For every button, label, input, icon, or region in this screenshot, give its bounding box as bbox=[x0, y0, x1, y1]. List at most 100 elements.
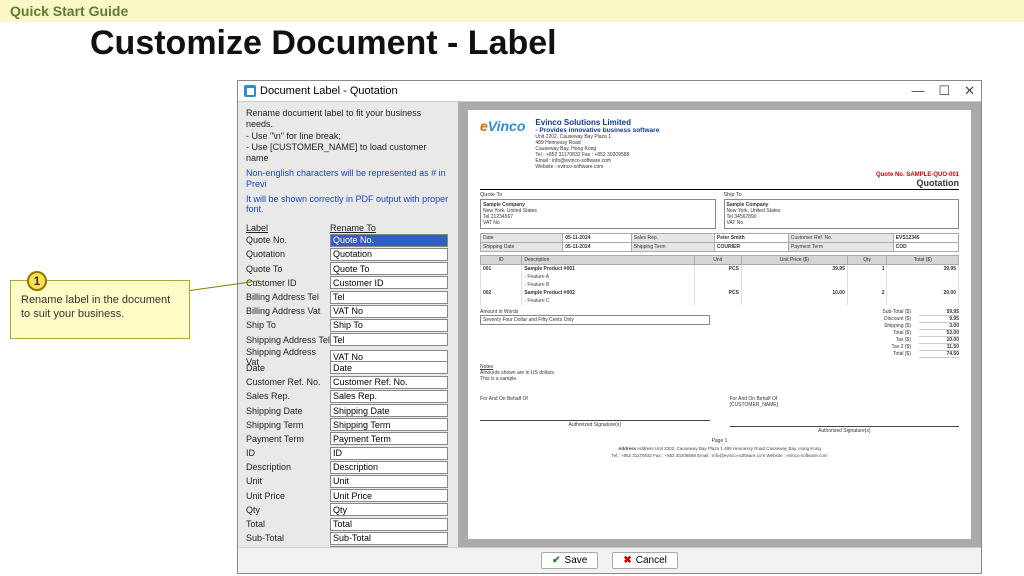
item-row: - Feature C bbox=[481, 297, 959, 305]
label-name: Description bbox=[246, 462, 330, 472]
label-row: Unit bbox=[246, 474, 450, 488]
page-title: Customize Document - Label bbox=[90, 24, 1024, 63]
cancel-button[interactable]: ✖Cancel bbox=[612, 552, 678, 569]
totals-row: Tax ($)10.00 bbox=[851, 337, 959, 344]
totals-row: Discount ($)9.95 bbox=[851, 316, 959, 323]
rename-input[interactable] bbox=[330, 291, 448, 304]
totals-block: Sub-Total ($)59.95Discount ($)9.95Shippi… bbox=[851, 309, 959, 358]
label-row: Qty bbox=[246, 503, 450, 517]
label-name: Billing Address Tel bbox=[246, 292, 330, 302]
footer-address: Address Address Unit 2202, Causeway Bay … bbox=[480, 446, 959, 451]
document-preview: eVinco Evinco Solutions Limited - Provid… bbox=[468, 110, 971, 539]
annotation-callout: 1 Rename label in the document to suit y… bbox=[10, 280, 190, 339]
label-row: Shipping Address Vat bbox=[246, 347, 450, 361]
label-name: Sub-Total bbox=[246, 533, 330, 543]
rename-input[interactable] bbox=[330, 489, 448, 502]
label-row: Shipping Date bbox=[246, 403, 450, 417]
callout-number: 1 bbox=[27, 271, 47, 291]
rename-input[interactable] bbox=[330, 390, 448, 403]
rename-input[interactable] bbox=[330, 518, 448, 531]
label-name: Shipping Address Tel bbox=[246, 335, 330, 345]
label-name: Unit Price bbox=[246, 491, 330, 501]
item-row: - Feature B bbox=[481, 281, 959, 289]
label-row: Customer ID bbox=[246, 276, 450, 290]
label-row: Description bbox=[246, 460, 450, 474]
rename-input[interactable] bbox=[330, 503, 448, 516]
save-button[interactable]: ✔Save bbox=[541, 552, 598, 569]
label-row: Shipping Term bbox=[246, 418, 450, 432]
amount-words: Seventy Four Dollar and Fifty Cents Only bbox=[480, 315, 710, 325]
label-row: Sub-Total bbox=[246, 531, 450, 545]
minimize-button[interactable]: — bbox=[911, 83, 924, 99]
item-row: - Feature A bbox=[481, 273, 959, 281]
col-header-label: Label bbox=[246, 223, 330, 233]
rename-input[interactable] bbox=[330, 234, 448, 247]
signature-line: Authorized Signature(s) bbox=[480, 420, 710, 428]
label-row: ID bbox=[246, 446, 450, 460]
rename-input[interactable] bbox=[330, 404, 448, 417]
label-name: Ship To bbox=[246, 320, 330, 330]
label-name: Billing Address Vat bbox=[246, 306, 330, 316]
label-name: Unit bbox=[246, 476, 330, 486]
totals-row: Shipping ($)3.00 bbox=[851, 323, 959, 330]
label-row: Unit Price bbox=[246, 489, 450, 503]
rename-input[interactable] bbox=[330, 532, 448, 545]
dialog-window: Document Label - Quotation — ☐ ✕ Rename … bbox=[237, 80, 982, 574]
rename-input[interactable] bbox=[330, 447, 448, 460]
label-name: Quotation bbox=[246, 249, 330, 259]
company-logo: eVinco bbox=[480, 118, 525, 170]
rename-input[interactable] bbox=[330, 333, 448, 346]
rename-input[interactable] bbox=[330, 376, 448, 389]
rename-input[interactable] bbox=[330, 361, 448, 374]
label-name: ID bbox=[246, 448, 330, 458]
label-name: Total bbox=[246, 519, 330, 529]
shipping-address: Sample Company New York, United States T… bbox=[724, 199, 960, 229]
company-tagline: - Provides innovative business software bbox=[535, 127, 659, 134]
rename-input[interactable] bbox=[330, 319, 448, 332]
meta-table: Date05-11-2024 Sales Rep.Peter Smith Cus… bbox=[480, 233, 959, 252]
guide-header: Quick Start Guide bbox=[0, 0, 1024, 22]
window-title: Document Label - Quotation bbox=[260, 85, 398, 97]
rename-input[interactable] bbox=[330, 418, 448, 431]
maximize-button[interactable]: ☐ bbox=[938, 83, 950, 99]
label-name: Customer Ref. No. bbox=[246, 377, 330, 387]
page-number: Page 1 bbox=[480, 438, 959, 444]
totals-row: Total ($)74.50 bbox=[851, 351, 959, 358]
rename-input[interactable] bbox=[330, 276, 448, 289]
billing-address: Sample Company New York, United States T… bbox=[480, 199, 716, 229]
company-name: Evinco Solutions Limited bbox=[535, 118, 659, 127]
label-name: Shipping Term bbox=[246, 420, 330, 430]
label-row: Date bbox=[246, 361, 450, 375]
items-table: ID Description Unit Unit Price ($) Qty T… bbox=[480, 255, 959, 305]
rename-input[interactable] bbox=[330, 248, 448, 261]
callout-text: Rename label in the document to suit you… bbox=[21, 294, 170, 320]
behalf-left: For And On Behalf Of bbox=[480, 396, 710, 402]
document-title: Quotation bbox=[480, 178, 959, 190]
label-name: Shipping Date bbox=[246, 406, 330, 416]
totals-row: Sub-Total ($)59.95 bbox=[851, 309, 959, 316]
titlebar: Document Label - Quotation — ☐ ✕ bbox=[238, 81, 981, 102]
label-row: Quotation bbox=[246, 247, 450, 261]
label-row: Billing Address Vat bbox=[246, 304, 450, 318]
label-name: Payment Term bbox=[246, 434, 330, 444]
label-row: Ship To bbox=[246, 318, 450, 332]
label-row: Total bbox=[246, 517, 450, 531]
label-name: Date bbox=[246, 363, 330, 373]
rename-input[interactable] bbox=[330, 432, 448, 445]
instr-line: Rename document label to fit your busine… bbox=[246, 108, 450, 130]
totals-row: Total ($)53.00 bbox=[851, 330, 959, 337]
preview-panel: eVinco Evinco Solutions Limited - Provid… bbox=[458, 102, 981, 547]
instr-line: - Use "\n" for line break; bbox=[246, 131, 450, 142]
rename-input[interactable] bbox=[330, 461, 448, 474]
rename-input[interactable] bbox=[330, 475, 448, 488]
signature-line: Authorized Signature(s) bbox=[730, 426, 960, 434]
label-row: Billing Address Tel bbox=[246, 290, 450, 304]
ship-to-label: Ship To bbox=[724, 192, 960, 198]
label-name: Quote To bbox=[246, 264, 330, 274]
close-button[interactable]: ✕ bbox=[964, 83, 975, 99]
label-row: Quote No. bbox=[246, 233, 450, 247]
app-icon bbox=[244, 85, 256, 97]
footer-contact: Tel : +852 31170832 Fax : +852 30209588 … bbox=[480, 453, 959, 458]
rename-input[interactable] bbox=[330, 305, 448, 318]
rename-input[interactable] bbox=[330, 262, 448, 275]
